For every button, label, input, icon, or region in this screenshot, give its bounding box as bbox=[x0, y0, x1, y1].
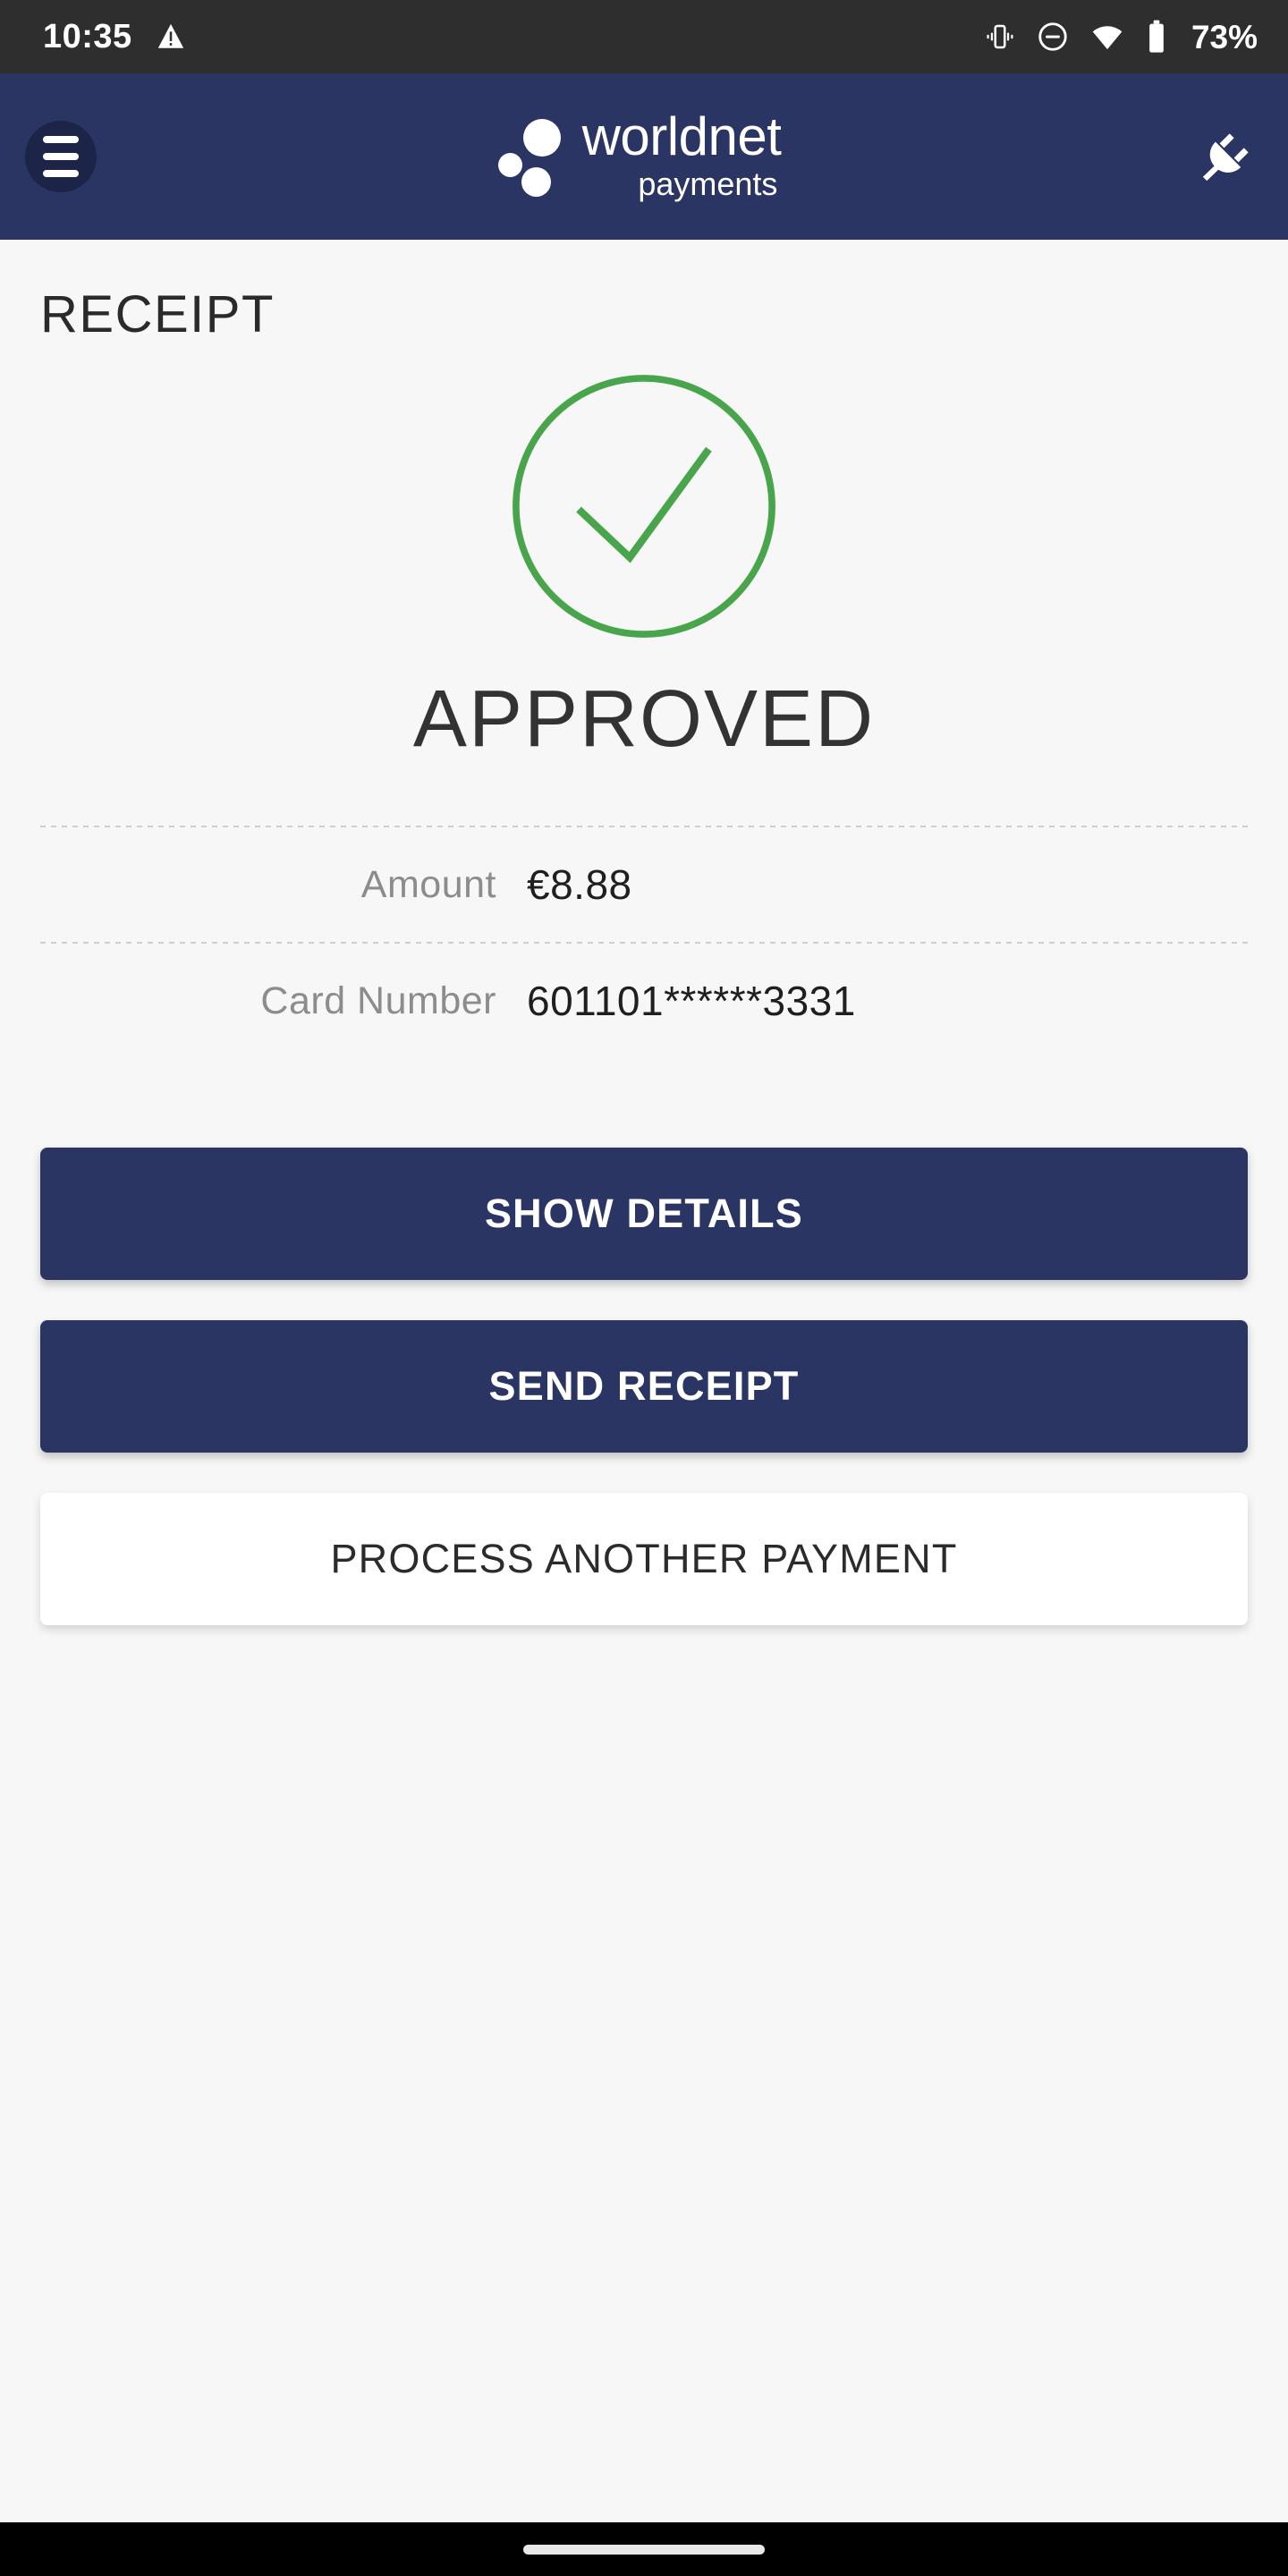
main-content: RECEIPT APPROVED Amount €8.88 Card Numbe… bbox=[0, 240, 1288, 2522]
home-gesture-pill[interactable] bbox=[523, 2544, 765, 2555]
action-buttons: SHOW DETAILS SEND RECEIPT PROCESS ANOTHE… bbox=[40, 1148, 1248, 1625]
receipt-details: Amount €8.88 Card Number 601101******333… bbox=[40, 826, 1248, 1058]
check-circle-icon bbox=[513, 375, 775, 638]
page-title: RECEIPT bbox=[40, 285, 275, 343]
detail-label-amount: Amount bbox=[360, 862, 496, 906]
logo-dot-medium bbox=[521, 167, 551, 197]
logo-main-text: worldnet bbox=[581, 106, 782, 167]
detail-value-amount: €8.88 bbox=[527, 861, 632, 908]
worldnet-payments-logo: worldnet payments bbox=[496, 110, 782, 203]
detail-value-card-number: 601101******3331 bbox=[527, 978, 856, 1024]
detail-row-amount: Amount €8.88 bbox=[40, 827, 1248, 942]
warning-triangle-icon bbox=[157, 23, 183, 48]
show-details-button[interactable]: SHOW DETAILS bbox=[40, 1148, 1248, 1280]
status-bar-clock: 10:35 bbox=[43, 18, 132, 55]
detail-row-card-number: Card Number 601101******3331 bbox=[40, 944, 1248, 1058]
battery-icon bbox=[1149, 20, 1164, 53]
menu-bar-3 bbox=[43, 170, 79, 177]
logo-dots-icon bbox=[496, 110, 566, 203]
send-receipt-button[interactable]: SEND RECEIPT bbox=[40, 1320, 1248, 1453]
vibrate-icon bbox=[987, 24, 1013, 49]
transaction-status-block: APPROVED bbox=[40, 364, 1248, 759]
transaction-status-label: APPROVED bbox=[412, 674, 876, 764]
logo-dot-small bbox=[497, 153, 522, 177]
status-bar-left: 10:35 bbox=[43, 20, 186, 54]
wifi-icon bbox=[1092, 26, 1123, 50]
detail-label-card-number: Card Number bbox=[260, 979, 496, 1022]
power-plug-icon[interactable] bbox=[1193, 124, 1258, 189]
logo-sub-text: payments bbox=[638, 165, 778, 202]
do-not-disturb-icon bbox=[1038, 22, 1067, 51]
system-navigation-bar bbox=[0, 2522, 1288, 2576]
system-status-bar: 10:35 73% bbox=[0, 0, 1288, 73]
menu-bar-1 bbox=[43, 136, 79, 143]
menu-bar-2 bbox=[43, 153, 79, 160]
app-root: 10:35 73% worldnet payments RECEIPT APPR… bbox=[0, 0, 1288, 2576]
logo-wordmark: worldnet payments bbox=[581, 106, 782, 202]
process-another-payment-button[interactable]: PROCESS ANOTHER PAYMENT bbox=[40, 1493, 1248, 1625]
app-header: worldnet payments bbox=[0, 73, 1288, 240]
status-bar-right: 73% bbox=[984, 19, 1258, 55]
plug-glyph bbox=[1202, 133, 1249, 182]
hamburger-menu-icon[interactable] bbox=[25, 121, 97, 192]
battery-percentage-label: 73% bbox=[1191, 18, 1258, 55]
logo-dot-large bbox=[522, 119, 561, 157]
